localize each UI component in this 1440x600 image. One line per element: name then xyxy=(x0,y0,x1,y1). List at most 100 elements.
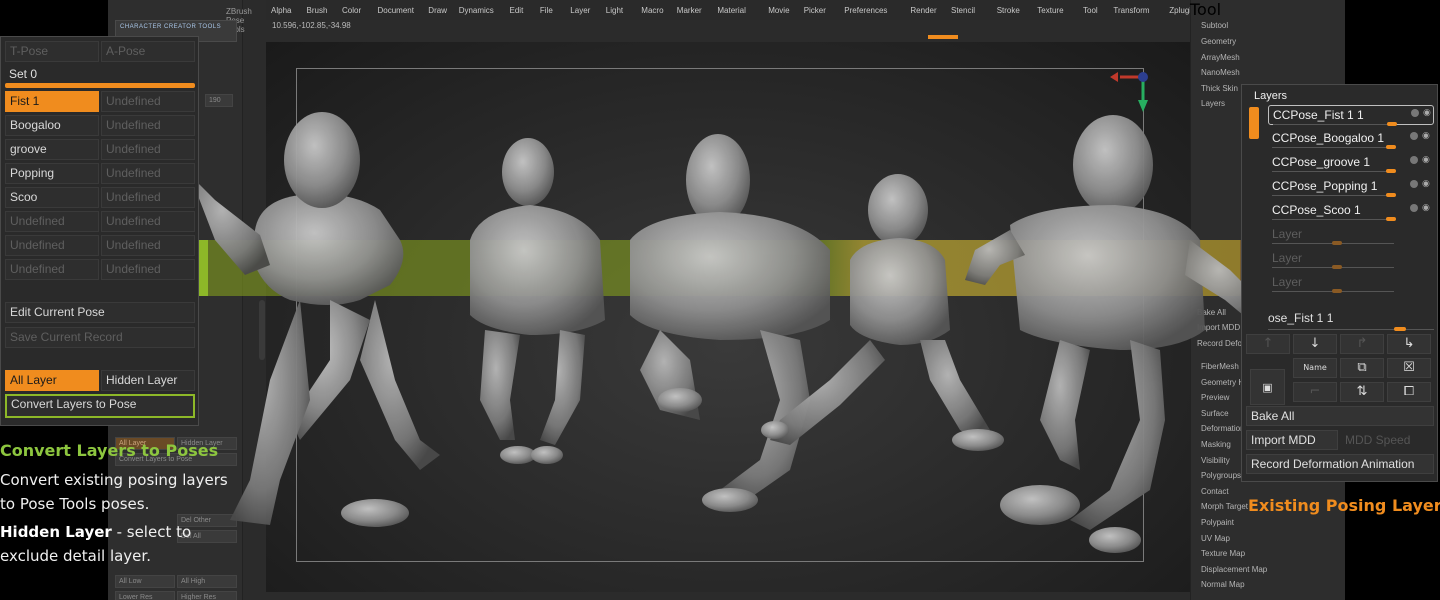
hidden-layer-button[interactable]: Hidden Layer xyxy=(101,370,195,391)
convert-layers-to-pose-button[interactable]: Convert Layers to Pose xyxy=(5,394,195,418)
layer-intensity-slider[interactable] xyxy=(1272,171,1394,172)
new-layer-icon[interactable]: ▣ xyxy=(1250,369,1285,405)
layer-row[interactable]: Layer xyxy=(1268,225,1434,245)
pose-slot-button[interactable]: Undefined xyxy=(101,91,195,112)
menu-item[interactable]: Alpha xyxy=(271,6,291,15)
tool-item[interactable]: Displacement Map xyxy=(1201,565,1267,574)
pose-slot-button[interactable]: Undefined xyxy=(5,235,99,256)
tool-item[interactable]: Thick Skin xyxy=(1201,84,1238,93)
tool-item[interactable]: Layers xyxy=(1201,99,1225,108)
menu-item[interactable]: Stroke xyxy=(997,6,1020,15)
visibility-eye-icon[interactable]: ◉ xyxy=(1422,131,1430,141)
tool-item[interactable]: Masking xyxy=(1201,440,1231,449)
menu-item[interactable]: Dynamics xyxy=(459,6,494,15)
visibility-eye-icon[interactable]: ◉ xyxy=(1422,179,1430,189)
swap-icon[interactable]: ⇅ xyxy=(1340,382,1384,402)
pose-slot-button[interactable]: Undefined xyxy=(101,259,195,280)
bg-all-low-button[interactable]: All Low xyxy=(115,575,175,588)
tool-item[interactable]: Surface xyxy=(1201,409,1229,418)
layer-row[interactable]: CCPose_groove 1 ◉ xyxy=(1268,153,1434,173)
menu-item[interactable]: Brush xyxy=(307,6,328,15)
bg-all-high-button[interactable]: All High xyxy=(177,575,237,588)
layer-intensity-knob[interactable] xyxy=(1387,122,1397,126)
save-current-record-button[interactable]: Save Current Record xyxy=(5,327,195,348)
layer-intensity-slider[interactable] xyxy=(1272,147,1394,148)
layer-strength-slider[interactable] xyxy=(1268,329,1434,330)
pose-slot-button[interactable]: Boogaloo xyxy=(5,115,99,136)
menu-item[interactable]: Layer xyxy=(570,6,590,15)
menu-item[interactable]: Draw xyxy=(428,6,447,15)
record-dot-icon[interactable] xyxy=(1410,156,1418,164)
menu-item[interactable]: File xyxy=(540,6,553,15)
menu-item[interactable]: Stencil xyxy=(951,6,975,15)
layer-row[interactable]: CCPose_Scoo 1 ◉ xyxy=(1268,201,1434,221)
pose-slot-button[interactable]: Undefined xyxy=(5,211,99,232)
layer-row[interactable]: CCPose_Popping 1 ◉ xyxy=(1268,177,1434,197)
menu-item[interactable]: Color xyxy=(342,6,361,15)
layer-row[interactable]: CCPose_Fist 1 1 ◉ xyxy=(1268,105,1434,126)
layer-intensity-slider[interactable] xyxy=(1272,195,1394,196)
pose-slot-button[interactable]: Undefined xyxy=(101,235,195,256)
pose-slot-button[interactable]: Undefined xyxy=(101,211,195,232)
tool-item[interactable]: Subtool xyxy=(1201,21,1228,30)
pose-slot-button[interactable]: Fist 1 xyxy=(5,91,99,112)
record-deformation-button[interactable]: Record Deformation Animation xyxy=(1246,454,1434,474)
tool-item[interactable]: Geometry xyxy=(1201,37,1236,46)
layer-strength-knob[interactable] xyxy=(1394,327,1406,331)
tool-item[interactable]: UV Map xyxy=(1201,534,1230,543)
visibility-eye-icon[interactable]: ◉ xyxy=(1423,108,1431,118)
pose-slot-button[interactable]: Undefined xyxy=(101,139,195,160)
a-pose-button[interactable]: A-Pose xyxy=(101,41,195,62)
pose-slot-button[interactable]: groove xyxy=(5,139,99,160)
tool-item[interactable]: FiberMesh xyxy=(1201,362,1239,371)
tool-item[interactable]: Texture Map xyxy=(1201,549,1245,558)
t-pose-button[interactable]: T-Pose xyxy=(5,41,99,62)
menu-item[interactable]: Movie xyxy=(768,6,789,15)
pose-slot-button[interactable]: Scoo xyxy=(5,187,99,208)
menu-item[interactable]: Tool xyxy=(1083,6,1098,15)
tool-item[interactable]: Polygroups xyxy=(1201,471,1241,480)
import-mdd-button[interactable]: Import MDD xyxy=(1246,430,1338,450)
layer-intensity-knob[interactable] xyxy=(1332,265,1342,269)
merge-down-icon[interactable]: ⌐ xyxy=(1293,382,1337,402)
menu-item[interactable]: Transform xyxy=(1113,6,1149,15)
menu-item[interactable]: Preferences xyxy=(844,6,887,15)
tool-item[interactable]: Preview xyxy=(1201,393,1229,402)
delete-icon[interactable]: ☒ xyxy=(1387,358,1431,378)
tool-item[interactable]: Normal Map xyxy=(1201,580,1245,589)
layer-intensity-slider[interactable] xyxy=(1272,219,1394,220)
layer-intensity-slider[interactable] xyxy=(1273,124,1395,125)
record-dot-icon[interactable] xyxy=(1411,109,1419,117)
menu-item[interactable]: Marker xyxy=(677,6,702,15)
set-slider[interactable] xyxy=(5,83,195,88)
move-up-icon[interactable]: ↑ xyxy=(1246,334,1290,354)
layer-intensity-knob[interactable] xyxy=(1386,217,1396,221)
mdd-speed-slider[interactable]: MDD Speed xyxy=(1340,430,1434,450)
tool-item[interactable]: ArrayMesh xyxy=(1201,53,1240,62)
bg-bake-all[interactable]: Bake All xyxy=(1197,308,1226,317)
pose-slot-button[interactable]: Undefined xyxy=(5,259,99,280)
layer-intensity-knob[interactable] xyxy=(1386,169,1396,173)
copy-icon[interactable]: ⧠ xyxy=(1387,382,1431,402)
menu-item[interactable]: Texture xyxy=(1037,6,1063,15)
pose-slot-button[interactable]: Undefined xyxy=(101,163,195,184)
menu-item[interactable]: Macro xyxy=(641,6,663,15)
layer-scroll-handle[interactable] xyxy=(1249,107,1259,139)
redo-icon[interactable]: ↱ xyxy=(1340,334,1384,354)
duplicate-icon[interactable]: ⧉ xyxy=(1340,358,1384,378)
layer-row[interactable]: Layer xyxy=(1268,249,1434,269)
menu-item[interactable]: Edit xyxy=(510,6,524,15)
menu-item[interactable]: Material xyxy=(717,6,745,15)
tool-item[interactable]: Deformation xyxy=(1201,424,1245,433)
menu-item[interactable]: Light xyxy=(606,6,623,15)
record-dot-icon[interactable] xyxy=(1410,180,1418,188)
visibility-eye-icon[interactable]: ◉ xyxy=(1422,203,1430,213)
tool-item[interactable]: NanoMesh xyxy=(1201,68,1240,77)
menu-item[interactable]: Render xyxy=(910,6,936,15)
tool-item[interactable]: Polypaint xyxy=(1201,518,1234,527)
pose-slot-button[interactable]: Undefined xyxy=(101,187,195,208)
bake-all-button[interactable]: Bake All xyxy=(1246,406,1434,426)
menu-item[interactable]: Document xyxy=(378,6,414,15)
layer-intensity-knob[interactable] xyxy=(1386,193,1396,197)
layer-intensity-knob[interactable] xyxy=(1332,241,1342,245)
